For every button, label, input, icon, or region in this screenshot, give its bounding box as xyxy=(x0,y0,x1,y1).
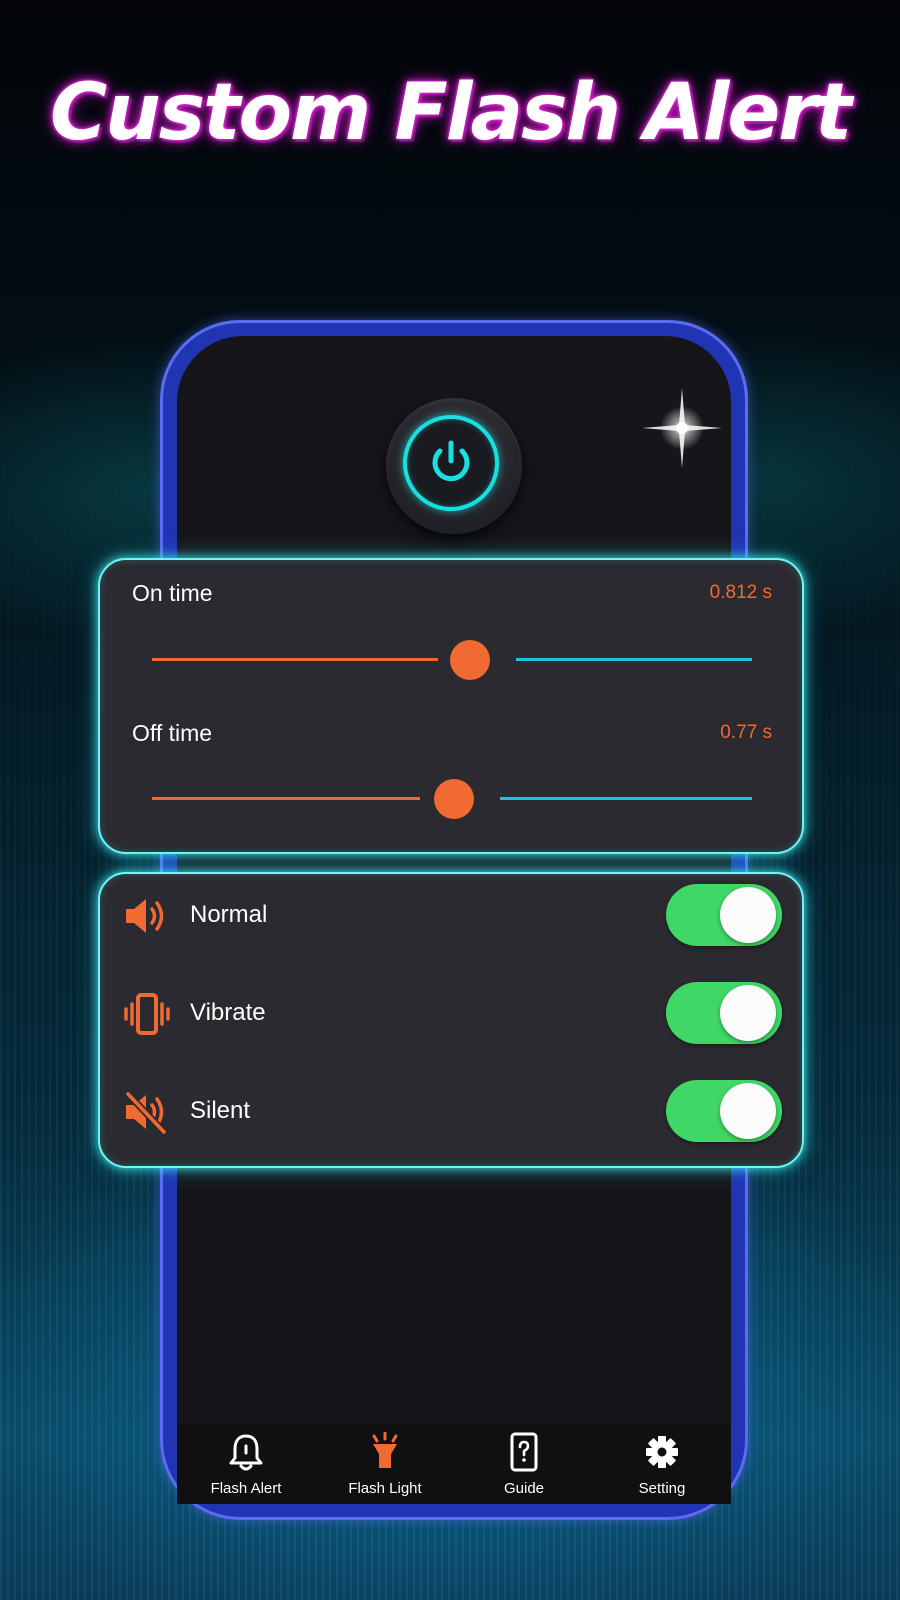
guide-icon xyxy=(510,1432,538,1472)
bottom-nav: Flash Alert Flash Light Guide Setting xyxy=(177,1424,731,1504)
off-time-slider-thumb[interactable] xyxy=(434,779,474,819)
mode-label-vibrate: Vibrate xyxy=(190,999,266,1026)
gear-icon xyxy=(646,1436,678,1468)
mode-row-silent: Silent xyxy=(100,1076,802,1146)
nav-item-guide[interactable]: Guide xyxy=(455,1424,593,1504)
nav-item-setting[interactable]: Setting xyxy=(593,1424,731,1504)
speaker-icon xyxy=(126,899,164,933)
silent-toggle[interactable] xyxy=(666,1080,782,1142)
toggle-knob xyxy=(720,887,776,943)
off-time-label: Off time xyxy=(132,720,213,746)
vibrate-icon xyxy=(124,993,170,1035)
nav-item-flash-alert[interactable]: Flash Alert xyxy=(177,1424,315,1504)
mute-icon xyxy=(124,1090,168,1134)
off-time-value: 0.77 s xyxy=(720,722,772,743)
toggle-knob xyxy=(720,985,776,1041)
flashlight-icon xyxy=(372,1432,398,1468)
power-icon xyxy=(432,440,470,482)
nav-label: Flash Light xyxy=(348,1480,422,1497)
nav-label: Setting xyxy=(638,1480,686,1497)
off-time-track-filled xyxy=(152,797,420,800)
nav-label: Flash Alert xyxy=(210,1480,282,1497)
promo-headline: Custom Flash Alert xyxy=(49,68,852,158)
power-ring[interactable] xyxy=(403,415,499,511)
vibrate-toggle[interactable] xyxy=(666,982,782,1044)
timing-card: On time 0.812 s Off time 0.77 s xyxy=(98,558,804,854)
off-time-track-remaining xyxy=(500,797,752,800)
nav-item-flash-light[interactable]: Flash Light xyxy=(316,1424,454,1504)
sound-mode-card: Normal Vibrate Silent xyxy=(98,872,804,1168)
mode-label-silent: Silent xyxy=(190,1097,251,1124)
normal-toggle[interactable] xyxy=(666,884,782,946)
on-time-value: 0.812 s xyxy=(709,582,772,603)
mode-label-normal: Normal xyxy=(190,901,268,928)
sparkle-icon xyxy=(642,388,722,468)
mode-row-normal: Normal xyxy=(100,880,802,950)
on-time-track-remaining xyxy=(516,658,752,661)
toggle-knob xyxy=(720,1083,776,1139)
mode-row-vibrate: Vibrate xyxy=(100,978,802,1048)
nav-label: Guide xyxy=(503,1480,545,1497)
on-time-track-filled xyxy=(152,658,438,661)
bell-icon xyxy=(229,1434,263,1471)
on-time-slider-thumb[interactable] xyxy=(450,640,490,680)
on-time-label: On time xyxy=(132,580,213,606)
